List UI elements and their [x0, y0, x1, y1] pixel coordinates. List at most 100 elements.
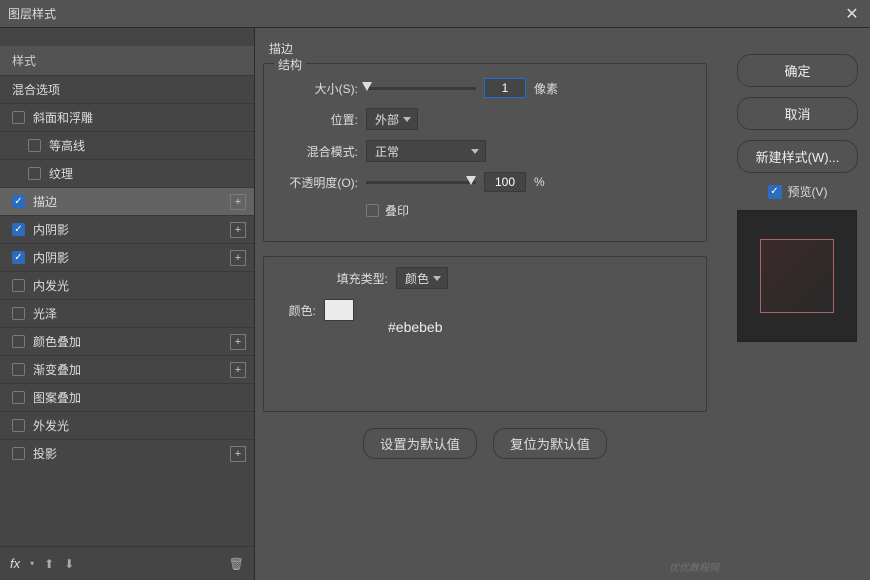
sidebar-item-patternoverlay[interactable]: 图案叠加: [0, 383, 254, 411]
plus-icon[interactable]: +: [230, 222, 246, 238]
checkbox-icon[interactable]: [12, 447, 25, 460]
style-list: 样式 混合选项 斜面和浮雕 等高线 纹理 描边 +: [0, 28, 254, 546]
structure-fieldset: 结构 大小(S): 像素 位置: 外部 混合模式: 正常 不透明度(O): %: [263, 63, 707, 242]
watermark: 优优教程网: [669, 559, 719, 574]
sidebar-item-outerglow[interactable]: 外发光: [0, 411, 254, 439]
sidebar-item-label: 内阴影: [33, 221, 230, 238]
size-row: 大小(S): 像素: [276, 78, 694, 98]
sidebar-item-label: 颜色叠加: [33, 333, 230, 350]
checkbox-icon[interactable]: [12, 251, 25, 264]
filltype-label: 填充类型:: [276, 270, 396, 287]
structure-legend: 结构: [274, 56, 306, 73]
checkbox-icon[interactable]: [28, 167, 41, 180]
preview-label: 预览(V): [788, 183, 828, 200]
fill-fieldset: 填充类型: 颜色 颜色: #ebebeb: [263, 256, 707, 412]
plus-icon[interactable]: +: [230, 194, 246, 210]
styles-sidebar: 样式 混合选项 斜面和浮雕 等高线 纹理 描边 +: [0, 28, 255, 580]
sidebar-item-label: 图案叠加: [33, 389, 246, 406]
sidebar-item-stroke[interactable]: 描边 +: [0, 187, 254, 215]
blend-row: 混合模式: 正常: [276, 140, 694, 162]
filltype-row: 填充类型: 颜色: [276, 267, 694, 289]
opacity-slider[interactable]: [366, 181, 476, 184]
preview-thumbnail: [760, 239, 834, 313]
default-buttons: 设置为默认值 复位为默认值: [263, 428, 707, 459]
window-title: 图层样式: [8, 5, 842, 22]
overprint-checkbox[interactable]: [366, 204, 379, 217]
size-unit: 像素: [534, 80, 558, 97]
color-label: 颜色:: [276, 302, 324, 319]
dropdown-value: 外部: [375, 111, 399, 128]
opacity-row: 不透明度(O): %: [276, 172, 694, 192]
trash-icon[interactable]: 🗑: [229, 557, 244, 571]
checkbox-icon[interactable]: [12, 223, 25, 236]
arrow-down-icon[interactable]: ⬇: [64, 557, 74, 571]
cancel-button[interactable]: 取消: [737, 97, 858, 130]
sidebar-item-innershadow-1[interactable]: 内阴影 +: [0, 215, 254, 243]
close-icon[interactable]: ✕: [842, 4, 862, 24]
sidebar-item-label: 纹理: [49, 165, 246, 182]
dropdown-value: 正常: [375, 143, 399, 160]
sidebar-item-gradientoverlay[interactable]: 渐变叠加 +: [0, 355, 254, 383]
color-row: 颜色: #ebebeb: [276, 299, 694, 321]
sidebar-item-coloroverlay[interactable]: 颜色叠加 +: [0, 327, 254, 355]
sidebar-item-label: 投影: [33, 445, 230, 462]
reset-default-button[interactable]: 复位为默认值: [493, 428, 607, 459]
blend-dropdown[interactable]: 正常: [366, 140, 486, 162]
sidebar-item-texture[interactable]: 纹理: [0, 159, 254, 187]
make-default-button[interactable]: 设置为默认值: [363, 428, 477, 459]
sidebar-item-label: 描边: [33, 193, 230, 210]
new-style-button[interactable]: 新建样式(W)...: [737, 140, 858, 173]
plus-icon[interactable]: +: [230, 334, 246, 350]
preview-toggle[interactable]: 预览(V): [737, 183, 858, 200]
size-label: 大小(S):: [276, 80, 366, 97]
opacity-input[interactable]: [484, 172, 526, 192]
dropdown-value: 颜色: [405, 270, 429, 287]
filltype-dropdown[interactable]: 颜色: [396, 267, 448, 289]
color-swatch[interactable]: [324, 299, 354, 321]
overprint-row: 叠印: [276, 202, 694, 219]
sidebar-item-label: 等高线: [49, 137, 246, 154]
slider-handle-icon[interactable]: [466, 176, 476, 185]
checkbox-icon[interactable]: [12, 419, 25, 432]
plus-icon[interactable]: +: [230, 250, 246, 266]
position-label: 位置:: [276, 111, 366, 128]
fx-icon[interactable]: fx: [10, 556, 20, 571]
checkbox-icon[interactable]: [12, 391, 25, 404]
size-slider[interactable]: [366, 87, 476, 90]
sidebar-item-label: 内阴影: [33, 249, 230, 266]
main-area: 样式 混合选项 斜面和浮雕 等高线 纹理 描边 +: [0, 28, 870, 580]
checkbox-icon[interactable]: [12, 307, 25, 320]
sidebar-item-contour[interactable]: 等高线: [0, 131, 254, 159]
checkbox-icon[interactable]: [768, 185, 782, 199]
overprint-label: 叠印: [385, 202, 409, 219]
sidebar-item-label: 光泽: [33, 305, 246, 322]
position-dropdown[interactable]: 外部: [366, 108, 418, 130]
checkbox-icon[interactable]: [12, 279, 25, 292]
sidebar-item-satin[interactable]: 光泽: [0, 299, 254, 327]
sidebar-item-innerglow[interactable]: 内发光: [0, 271, 254, 299]
sidebar-item-innershadow-2[interactable]: 内阴影 +: [0, 243, 254, 271]
size-input[interactable]: [484, 78, 526, 98]
color-hex: #ebebeb: [388, 319, 443, 335]
sidebar-item-label: 外发光: [33, 417, 246, 434]
checkbox-icon[interactable]: [12, 111, 25, 124]
sidebar-item-label: 渐变叠加: [33, 361, 230, 378]
sidebar-item-bevel[interactable]: 斜面和浮雕: [0, 103, 254, 131]
plus-icon[interactable]: +: [230, 362, 246, 378]
checkbox-icon[interactable]: [12, 335, 25, 348]
slider-handle-icon[interactable]: [362, 82, 372, 91]
styles-header: 样式: [0, 46, 254, 75]
sidebar-item-blending[interactable]: 混合选项: [0, 75, 254, 103]
sidebar-item-label: 内发光: [33, 277, 246, 294]
titlebar: 图层样式 ✕: [0, 0, 870, 28]
ok-button[interactable]: 确定: [737, 54, 858, 87]
sidebar-footer: fx ▾ ⬆ ⬇ 🗑: [0, 546, 254, 580]
checkbox-icon[interactable]: [12, 195, 25, 208]
checkbox-icon[interactable]: [28, 139, 41, 152]
action-column: 确定 取消 新建样式(W)... 预览(V): [725, 28, 870, 580]
arrow-up-icon[interactable]: ⬆: [44, 557, 54, 571]
sidebar-item-label: 斜面和浮雕: [33, 109, 246, 126]
plus-icon[interactable]: +: [230, 446, 246, 462]
sidebar-item-dropshadow[interactable]: 投影 +: [0, 439, 254, 467]
checkbox-icon[interactable]: [12, 363, 25, 376]
